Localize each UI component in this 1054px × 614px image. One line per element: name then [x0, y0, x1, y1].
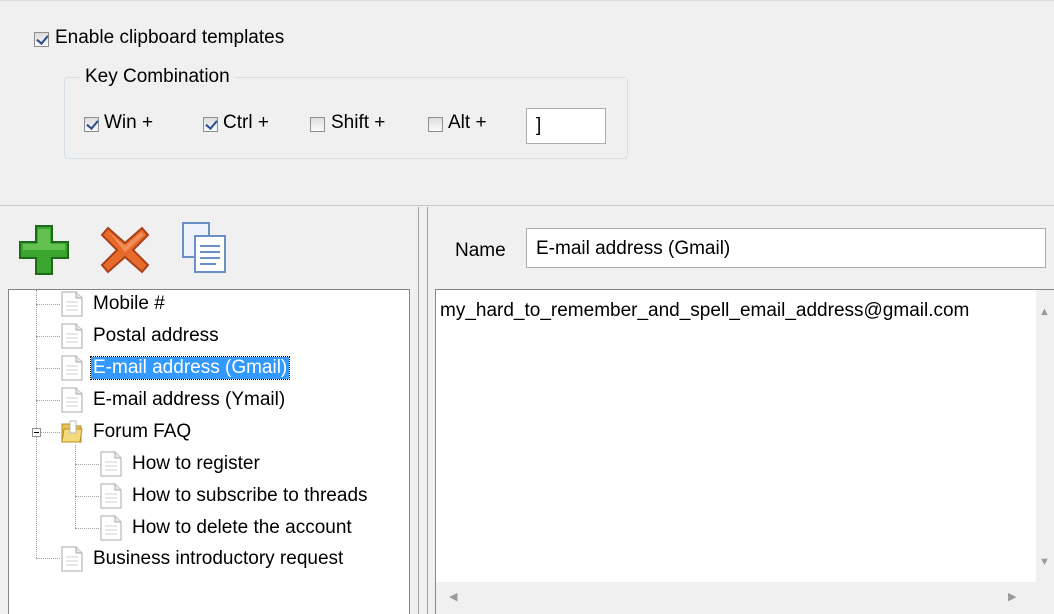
tree-connector — [75, 445, 76, 528]
scroll-down-icon[interactable]: ▼ — [1039, 557, 1050, 568]
tree-connector — [36, 290, 37, 558]
tree-item-business-request[interactable]: Business introductory request — [61, 546, 401, 572]
tree-connector — [36, 400, 60, 401]
document-icon — [100, 451, 122, 477]
document-icon — [61, 387, 83, 413]
key-combination-title: Key Combination — [80, 66, 235, 88]
win-label[interactable]: Win + — [104, 112, 153, 134]
tree-connector — [36, 336, 60, 337]
tree-connector — [75, 528, 99, 529]
tree-item-label: Forum FAQ — [93, 421, 192, 442]
scroll-right-icon[interactable]: ▶ — [1008, 592, 1016, 603]
tree-connector — [41, 432, 60, 433]
scroll-up-icon[interactable]: ▲ — [1039, 307, 1050, 318]
tree-connector — [36, 368, 60, 369]
shift-label[interactable]: Shift + — [331, 112, 385, 134]
document-icon — [100, 515, 122, 541]
tree-item-label: How to delete the account — [132, 517, 352, 538]
tree-connector — [36, 558, 60, 559]
alt-label[interactable]: Alt + — [448, 112, 487, 134]
enable-templates-label[interactable]: Enable clipboard templates — [55, 27, 284, 49]
add-icon[interactable] — [16, 222, 72, 278]
tree-item-postal[interactable]: Postal address — [61, 323, 401, 349]
name-input[interactable]: E-mail address (Gmail) — [526, 228, 1046, 268]
tree-item-register[interactable]: How to register — [100, 451, 400, 477]
content-text[interactable]: my_hard_to_remember_and_spell_email_addr… — [440, 300, 969, 322]
panel-splitter[interactable] — [418, 207, 428, 614]
tree-item-forum-faq[interactable]: Forum FAQ — [61, 419, 401, 445]
tree-item-label: Postal address — [93, 325, 219, 346]
copy-icon[interactable] — [180, 220, 230, 276]
tree-connector — [36, 304, 60, 305]
document-icon — [61, 546, 83, 572]
template-tree[interactable]: Mobile # Postal address E-mail address (… — [8, 289, 410, 614]
document-icon — [61, 323, 83, 349]
alt-checkbox[interactable] — [428, 117, 443, 132]
horizontal-scrollbar[interactable] — [436, 582, 1054, 614]
tree-item-label: Mobile # — [93, 293, 165, 314]
tree-item-delete-account[interactable]: How to delete the account — [100, 515, 400, 541]
tree-item-label: Business introductory request — [93, 548, 344, 569]
document-icon — [61, 355, 83, 381]
section-divider — [0, 205, 1054, 208]
shift-checkbox[interactable] — [310, 117, 325, 132]
tree-item-subscribe[interactable]: How to subscribe to threads — [100, 483, 400, 509]
key-input[interactable]: ] — [526, 108, 606, 144]
document-icon — [61, 291, 83, 317]
vertical-scrollbar[interactable] — [1036, 290, 1054, 582]
tree-item-gmail[interactable]: E-mail address (Gmail) — [61, 355, 401, 381]
tree-item-label: How to register — [132, 453, 260, 474]
tree-connector — [75, 496, 99, 497]
folder-open-icon — [61, 420, 83, 443]
ctrl-checkbox[interactable] — [203, 117, 218, 132]
document-icon — [100, 483, 122, 509]
enable-templates-checkbox[interactable] — [34, 32, 49, 47]
delete-icon[interactable] — [98, 224, 152, 276]
tree-item-label: E-mail address (Gmail) — [89, 356, 291, 380]
win-checkbox[interactable] — [84, 117, 99, 132]
ctrl-label[interactable]: Ctrl + — [223, 112, 269, 134]
collapse-toggle-icon[interactable] — [32, 428, 41, 437]
tree-item-mobile[interactable]: Mobile # — [61, 291, 401, 317]
tree-item-ymail[interactable]: E-mail address (Ymail) — [61, 387, 401, 413]
scroll-left-icon[interactable]: ◀ — [449, 592, 457, 603]
tree-item-label: How to subscribe to threads — [132, 485, 368, 506]
tree-item-label: E-mail address (Ymail) — [93, 389, 286, 410]
top-border — [0, 0, 1054, 1]
name-label: Name — [455, 240, 506, 261]
content-textarea[interactable] — [435, 289, 1054, 614]
tree-connector — [75, 464, 99, 465]
